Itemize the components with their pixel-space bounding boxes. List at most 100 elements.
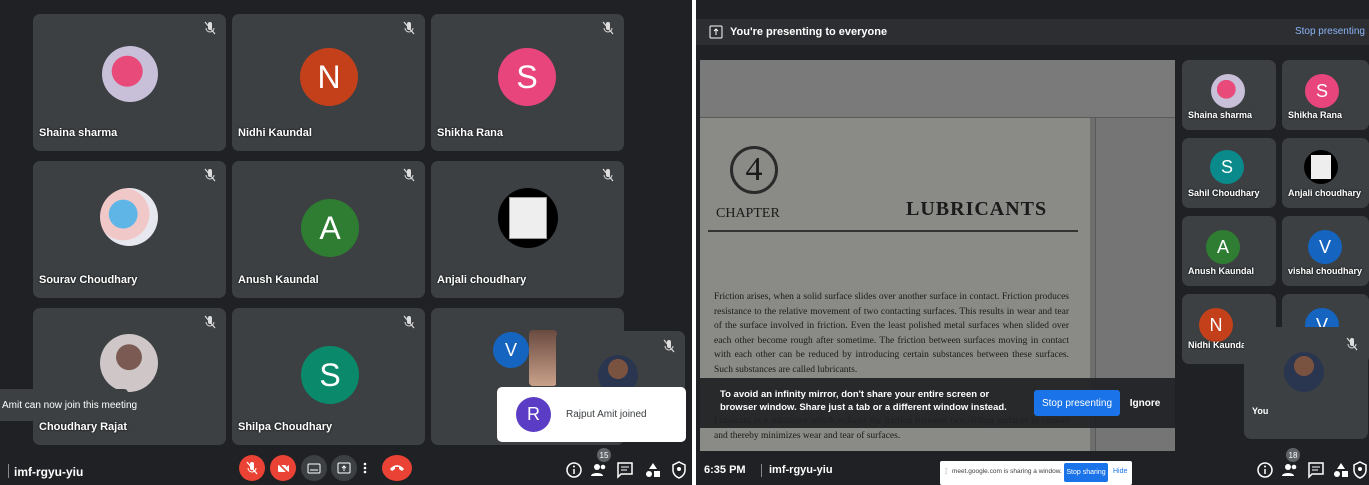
- participant-tile[interactable]: Choudhary Rajat: [33, 308, 226, 445]
- activities-icon[interactable]: [644, 461, 662, 479]
- participant-tile[interactable]: S Shikha Rana: [1282, 60, 1369, 130]
- hide-button[interactable]: Hide: [1113, 468, 1127, 475]
- host-controls-icon[interactable]: [1351, 461, 1369, 479]
- participant-tile[interactable]: Shaina sharma: [33, 14, 226, 151]
- info-icon[interactable]: [1256, 461, 1274, 479]
- host-controls-icon[interactable]: [670, 461, 688, 479]
- avatar-initial: R: [527, 404, 540, 424]
- stop-presenting-button[interactable]: Stop presenting: [1034, 390, 1120, 416]
- hang-up-icon: [390, 465, 404, 471]
- participant-name: vishal choudhary: [1288, 266, 1363, 276]
- bottom-toolbar: imf-rgyu-yiu 15: [0, 448, 692, 485]
- more-options-button[interactable]: [352, 455, 378, 481]
- leave-call-button[interactable]: [382, 455, 412, 481]
- participant-tile[interactable]: Shaina sharma: [1182, 60, 1276, 130]
- mic-off-icon: [1346, 337, 1358, 351]
- people-icon[interactable]: [590, 461, 608, 479]
- mic-off-icon: [602, 168, 614, 182]
- participant-tile[interactable]: A Anush Kaundal: [1182, 216, 1276, 286]
- avatar-initial: V: [1318, 236, 1331, 257]
- infinity-mirror-warning: To avoid an infinity mirror, don't share…: [700, 378, 1175, 428]
- meeting-code: imf-rgyu-yiu: [769, 464, 833, 476]
- mic-off-icon: [602, 21, 614, 35]
- participants-count-badge: 15: [597, 448, 611, 462]
- drag-handle-icon[interactable]: ⁞: [945, 467, 947, 476]
- participant-name: Sahil Choudhary: [1188, 188, 1260, 198]
- present-icon: [337, 462, 351, 474]
- admit-toast: Amit can now join this meeting: [0, 389, 137, 421]
- participant-name: Shikha Rana: [437, 127, 504, 139]
- stop-sharing-button[interactable]: Stop sharing: [1064, 463, 1108, 482]
- participant-name: Shaina sharma: [39, 127, 118, 139]
- avatar: [1304, 150, 1338, 184]
- share-bar-text: meet.google.com is sharing a window.: [952, 468, 1062, 475]
- bar-divider: [8, 464, 9, 478]
- activities-icon[interactable]: [1332, 461, 1350, 479]
- people-icon[interactable]: [1281, 461, 1299, 479]
- avatar: A: [1206, 230, 1240, 264]
- chapter-title: LUBRICANTS: [906, 198, 1048, 220]
- mic-off-icon: [663, 339, 675, 353]
- avatar: S: [498, 48, 556, 106]
- pdf-toolbar: [700, 60, 1175, 118]
- avatar: [102, 46, 158, 102]
- participant-tile[interactable]: A Anush Kaundal: [232, 161, 425, 298]
- avatar-initial: S: [319, 356, 341, 393]
- participant-name: Choudhary Rajat: [39, 421, 128, 433]
- stop-sharing-label: Stop sharing: [1066, 469, 1106, 476]
- camera-toggle-button[interactable]: [270, 455, 296, 481]
- participant-name: Shikha Rana: [1288, 110, 1343, 120]
- ignore-button[interactable]: Ignore: [1120, 390, 1170, 416]
- join-notification-text: Rajput Amit joined: [566, 409, 647, 420]
- chapter-label: CHAPTER: [716, 206, 780, 221]
- self-view-tile[interactable]: You: [1244, 327, 1368, 439]
- mic-off-icon: [403, 168, 415, 182]
- participant-tile[interactable]: N Nidhi Kaundal: [232, 14, 425, 151]
- participant-name: Anjali choudhary: [1288, 188, 1362, 198]
- more-vert-icon: [363, 462, 367, 474]
- bar-divider: [761, 464, 762, 477]
- clock: 6:35 PM: [704, 464, 746, 476]
- participant-tile[interactable]: S Sahil Choudhary: [1182, 138, 1276, 208]
- ignore-button-label: Ignore: [1129, 397, 1161, 409]
- participants-count: 18: [1288, 450, 1298, 460]
- participant-name: Shaina sharma: [1188, 110, 1253, 120]
- participant-tile[interactable]: V vishal choudhary: [1282, 216, 1369, 286]
- chat-icon[interactable]: [1307, 461, 1325, 479]
- avatar: [1284, 352, 1324, 392]
- join-notification[interactable]: R Rajput Amit joined: [497, 387, 686, 442]
- avatar: A: [301, 199, 359, 257]
- chapter-number: 4: [730, 146, 778, 194]
- presenting-banner: You're presenting to everyone Stop prese…: [696, 19, 1369, 45]
- participant-tile[interactable]: Anjali choudhary: [431, 161, 624, 298]
- mic-off-icon: [403, 315, 415, 329]
- avatar-initial: S: [1315, 80, 1328, 101]
- mic-off-icon: [204, 21, 216, 35]
- participant-name: Shilpa Choudhary: [238, 421, 333, 433]
- avatar: S: [301, 346, 359, 404]
- stop-presenting-link[interactable]: Stop presenting: [1295, 26, 1365, 37]
- participant-tile[interactable]: S Shilpa Choudhary: [232, 308, 425, 445]
- presenting-banner-text: You're presenting to everyone: [730, 26, 888, 38]
- participant-tile[interactable]: S Shikha Rana: [431, 14, 624, 151]
- mic-off-icon: [403, 21, 415, 35]
- captions-button[interactable]: [301, 455, 327, 481]
- avatar-initial: N: [317, 58, 341, 95]
- participant-tile[interactable]: Sourav Choudhary: [33, 161, 226, 298]
- info-icon[interactable]: [565, 461, 583, 479]
- avatar-initial: S: [516, 58, 538, 95]
- avatar-initial: A: [319, 209, 341, 246]
- chat-icon[interactable]: [616, 461, 634, 479]
- avatar: N: [300, 48, 358, 106]
- avatar: V: [1308, 230, 1342, 264]
- participant-name: Nidhi Kaundal: [1188, 340, 1249, 350]
- avatar: N: [1199, 308, 1233, 342]
- chapter-rule: [708, 230, 1078, 232]
- participant-tile[interactable]: Anjali choudhary: [1282, 138, 1369, 208]
- mic-toggle-button[interactable]: [239, 455, 265, 481]
- avatar: R: [516, 397, 551, 432]
- avatar: [100, 188, 158, 246]
- warning-text: To avoid an infinity mirror, don't share…: [720, 389, 1007, 413]
- admit-toast-text: Amit can now join this meeting: [2, 399, 138, 411]
- avatar: [100, 334, 158, 392]
